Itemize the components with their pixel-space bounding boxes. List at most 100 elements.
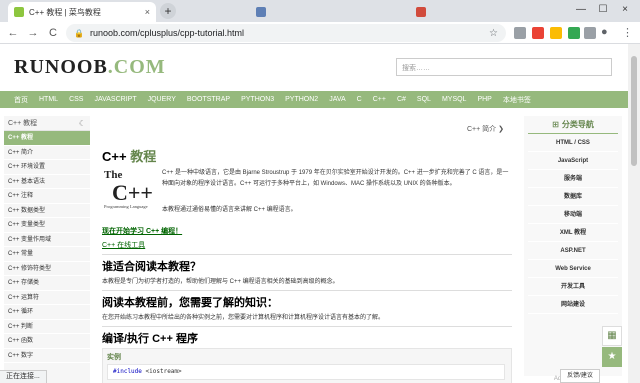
code-block: #include <iostream> <box>107 364 505 380</box>
extension-icon[interactable] <box>514 27 526 39</box>
category-item[interactable]: 移动端 <box>528 206 618 224</box>
new-tab-button[interactable]: + <box>160 3 176 19</box>
code-text: <iostream> <box>141 368 182 375</box>
page-scrollbar[interactable] <box>628 44 640 383</box>
main-nav: 首页 HTML CSS JAVASCRIPT JQUERY BOOTSTRAP PYTHON… <box>0 91 628 108</box>
browser-status-bar: 正在连接... <box>0 370 47 383</box>
divider <box>102 290 512 291</box>
audience-paragraph: 本教程是专门为初学者打造的，帮助他们理解与 C++ 编程语言相关的基础到高级的概… <box>102 279 339 285</box>
minimize-icon[interactable]: — <box>570 0 592 20</box>
sidebar-item[interactable]: C++ 基本语法 <box>4 175 90 189</box>
nav-item[interactable]: C# <box>397 96 406 103</box>
sidebar-title: C++ 教程 <box>8 120 38 127</box>
browser-toolbar: ← → C 🔒 runoob.com/cplusplus/cpp-tutoria… <box>0 22 640 44</box>
nav-item[interactable]: JAVA <box>329 96 345 103</box>
divider <box>102 326 512 327</box>
nav-item[interactable]: PHP <box>477 96 491 103</box>
extension-icon[interactable] <box>532 27 544 39</box>
nav-item[interactable]: PYTHON3 <box>241 96 274 103</box>
online-tool-link[interactable]: C++ 在线工具 <box>102 240 145 250</box>
extension-icon[interactable] <box>568 27 580 39</box>
tab-close-icon[interactable]: × <box>145 7 150 17</box>
sidebar-item[interactable]: C++ 运算符 <box>4 291 90 305</box>
category-item[interactable]: 服务端 <box>528 170 618 188</box>
nav-item[interactable]: C++ <box>373 96 386 103</box>
maximize-icon[interactable]: ☐ <box>592 0 614 20</box>
section-heading-audience: 谁适合阅读本教程？ <box>102 261 201 273</box>
example-label: 实例 <box>107 354 121 361</box>
sidebar-item[interactable]: C++ 修饰符类型 <box>4 262 90 276</box>
feedback-button[interactable]: 反馈/建议 <box>560 369 600 383</box>
sidebar-item[interactable]: C++ 变量作用域 <box>4 233 90 247</box>
nav-item[interactable]: MYSQL <box>442 96 467 103</box>
browser-tab-inactive[interactable] <box>410 2 528 22</box>
window-close-icon[interactable]: × <box>614 0 636 20</box>
title-prefix: C++ <box>102 149 131 164</box>
sidebar-item[interactable]: C++ 存储类 <box>4 276 90 291</box>
category-item[interactable]: 开发工具 <box>528 278 618 296</box>
extension-icon[interactable] <box>550 27 562 39</box>
nav-item[interactable]: 首页 <box>14 95 28 105</box>
nav-item[interactable]: PYTHON2 <box>285 96 318 103</box>
account-icon[interactable]: ● <box>601 26 608 38</box>
sidebar-item[interactable]: C++ 环境设置 <box>4 160 90 175</box>
main-content: C++ 简介 ❯ C++ 教程 The C++ Programming Lang… <box>98 116 512 383</box>
nav-item[interactable]: JAVASCRIPT <box>94 96 136 103</box>
sidebar-item[interactable]: C++ 常量 <box>4 247 90 262</box>
sidebar-item[interactable]: C++ 变量类型 <box>4 218 90 233</box>
sidebar-item[interactable]: C++ 数据类型 <box>4 204 90 218</box>
favorite-star-icon[interactable]: ★ <box>602 347 622 367</box>
category-item[interactable]: 网站建设 <box>528 296 618 314</box>
reload-icon[interactable]: C <box>43 27 63 39</box>
site-search-input[interactable]: 搜索…… <box>396 58 612 76</box>
browser-tab-inactive[interactable] <box>250 2 368 22</box>
nav-item[interactable]: HTML <box>39 96 58 103</box>
title-word: 教程 <box>130 149 157 164</box>
site-logo[interactable]: RUNOOB.COM <box>14 56 166 79</box>
url-text: runoob.com/cplusplus/cpp-tutorial.html <box>89 28 245 38</box>
category-item[interactable]: HTML / CSS <box>528 134 618 152</box>
left-sidebar: C++ 教程 ☾ C++ 教程 C++ 简介 C++ 环境设置 C++ 基本语法 C++… <box>4 116 90 383</box>
nav-item[interactable]: BOOTSTRAP <box>187 96 230 103</box>
section-heading-prereq: 阅读本教程前，您需要了解的知识： <box>102 297 278 309</box>
start-learning-link[interactable]: 现在开始学习 C++ 编程！ <box>102 226 182 236</box>
extension-icon[interactable] <box>584 27 596 39</box>
prev-page-link[interactable]: C++ 简介 ❯ <box>467 124 504 134</box>
nav-item[interactable]: SQL <box>417 96 431 103</box>
tab-favicon-icon <box>416 7 426 17</box>
dark-mode-icon[interactable]: ☾ <box>79 119 86 128</box>
address-bar[interactable]: 🔒 runoob.com/cplusplus/cpp-tutorial.html… <box>66 24 506 42</box>
category-item[interactable]: XML 教程 <box>528 224 618 242</box>
sidebar-item[interactable]: C++ 注释 <box>4 189 90 204</box>
category-item[interactable]: 数据库 <box>528 188 618 206</box>
logo-cpp-text: C++ <box>112 180 153 205</box>
section-heading-compile: 编译/执行 C++ 程序 <box>102 333 198 345</box>
category-item[interactable]: JavaScript <box>528 152 618 170</box>
sidebar-item[interactable]: C++ 简介 <box>4 146 90 160</box>
nav-item[interactable]: 本地书签 <box>503 95 531 105</box>
sidebar-item[interactable]: C++ 教程 <box>4 131 90 146</box>
nav-item[interactable]: CSS <box>69 96 83 103</box>
nav-item[interactable]: C <box>357 96 362 103</box>
prev-link-label: C++ 简介 <box>466 126 497 133</box>
browser-menu-icon[interactable]: ⋮ <box>622 26 633 39</box>
lock-icon[interactable]: 🔒 <box>74 29 84 38</box>
sidebar-item[interactable]: C++ 函数 <box>4 334 90 349</box>
runoob-favicon-icon <box>14 7 24 17</box>
logo-sub-text: Programming Language <box>104 204 148 209</box>
sidebar-item[interactable]: C++ 判断 <box>4 320 90 334</box>
qr-code-icon[interactable]: ▦ <box>602 326 622 346</box>
nav-item[interactable]: JQUERY <box>148 96 176 103</box>
back-icon[interactable]: ← <box>3 27 23 39</box>
logo-domain: .COM <box>107 56 166 78</box>
intro-paragraph-2: 本教程通过通俗易懂的语言来讲解 C++ 编程语言。 <box>162 207 297 213</box>
scrollbar-thumb[interactable] <box>631 56 637 166</box>
browser-tab-active[interactable]: C++ 教程 | 菜鸟教程 × <box>8 2 156 22</box>
sidebar-item[interactable]: C++ 循环 <box>4 305 90 320</box>
forward-icon[interactable]: → <box>23 27 43 39</box>
category-item[interactable]: Web Service <box>528 260 618 278</box>
category-item[interactable]: ASP.NET <box>528 242 618 260</box>
page-title: C++ 教程 <box>102 146 156 165</box>
sidebar-item[interactable]: C++ 数字 <box>4 349 90 363</box>
bookmark-star-icon[interactable]: ☆ <box>489 28 498 39</box>
